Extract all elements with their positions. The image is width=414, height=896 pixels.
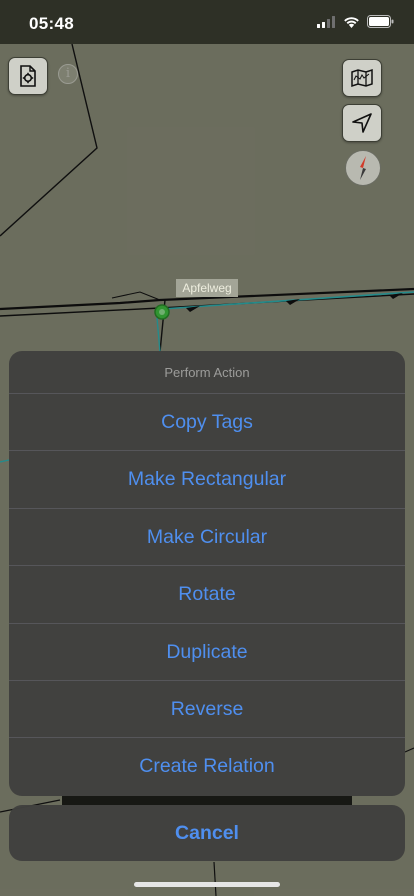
action-sheet-title: Perform Action	[9, 351, 405, 394]
create-relation-button[interactable]: Create Relation	[9, 738, 405, 795]
document-gear-icon	[20, 65, 36, 87]
locate-me-button[interactable]	[342, 104, 382, 142]
copy-tags-button[interactable]: Copy Tags	[9, 394, 405, 452]
action-sheet: Perform Action Copy Tags Make Rectangula…	[9, 351, 405, 796]
battery-icon	[367, 15, 394, 28]
cellular-signal-icon	[317, 15, 335, 28]
status-bar: 05:48	[0, 0, 414, 44]
status-time: 05:48	[29, 14, 74, 33]
location-arrow-icon	[352, 113, 372, 133]
settings-button[interactable]	[8, 57, 48, 95]
road-name-label: Apfelweg	[176, 279, 238, 297]
screen: Apfelweg 05:48 i Perform Action Copy Tag…	[0, 0, 414, 896]
make-circular-button[interactable]: Make Circular	[9, 509, 405, 567]
map-layers-button[interactable]	[342, 59, 382, 97]
compass-button[interactable]	[345, 150, 381, 186]
info-icon[interactable]: i	[58, 64, 78, 84]
home-indicator[interactable]	[134, 882, 280, 887]
status-icons	[317, 15, 394, 28]
compass-icon	[360, 156, 366, 180]
make-rectangular-button[interactable]: Make Rectangular	[9, 451, 405, 509]
rotate-button[interactable]: Rotate	[9, 566, 405, 624]
cancel-button[interactable]: Cancel	[9, 805, 405, 861]
wifi-icon	[344, 16, 359, 28]
map-layers-icon	[351, 68, 373, 88]
duplicate-button[interactable]: Duplicate	[9, 624, 405, 681]
reverse-button[interactable]: Reverse	[9, 681, 405, 739]
